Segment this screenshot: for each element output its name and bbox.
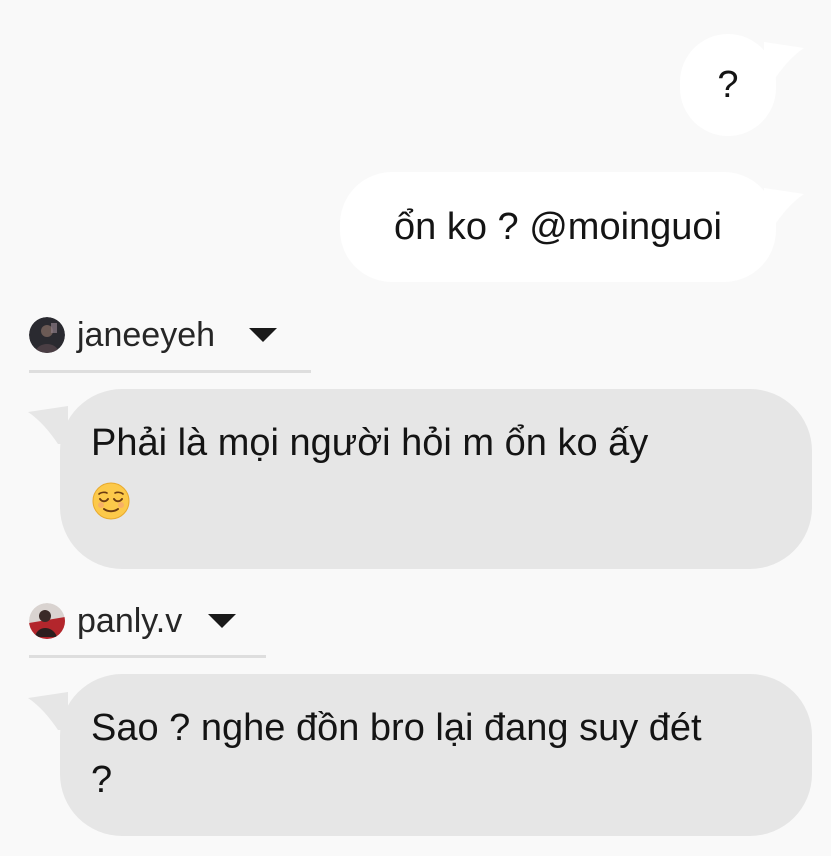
incoming-message-bubble[interactable]: Sao ? nghe đồn bro lại đang suy đét ? [60, 674, 812, 836]
divider [29, 370, 311, 373]
chevron-down-icon[interactable] [208, 614, 237, 628]
message-text: Sao ? nghe đồn bro lại đang suy đét ? [91, 707, 702, 801]
relieved-face-emoji [92, 482, 130, 520]
bubble-tail-icon [764, 42, 804, 80]
sender-name[interactable]: panly.v [77, 601, 182, 641]
divider [29, 655, 266, 658]
message-text: Phải là mọi người hỏi m ổn ko ấy [91, 422, 649, 464]
outgoing-message-bubble[interactable]: ? [680, 34, 776, 136]
sender-header[interactable]: panly.v [29, 599, 237, 643]
avatar[interactable] [29, 603, 65, 639]
chat-thread: ? ổn ko ? @moinguoi janeeyeh Phải là mọi… [0, 0, 831, 856]
outgoing-message-bubble[interactable]: ổn ko ? @moinguoi [340, 172, 776, 282]
message-text: ổn ko ? @moinguoi [394, 206, 722, 248]
message-text: ? [717, 64, 739, 106]
bubble-tail-icon [764, 188, 804, 226]
chevron-down-icon[interactable] [249, 328, 278, 342]
sender-header[interactable]: janeeyeh [29, 313, 278, 357]
incoming-message-bubble[interactable]: Phải là mọi người hỏi m ổn ko ấy [60, 389, 812, 569]
avatar[interactable] [29, 317, 65, 353]
sender-name[interactable]: janeeyeh [77, 315, 215, 355]
